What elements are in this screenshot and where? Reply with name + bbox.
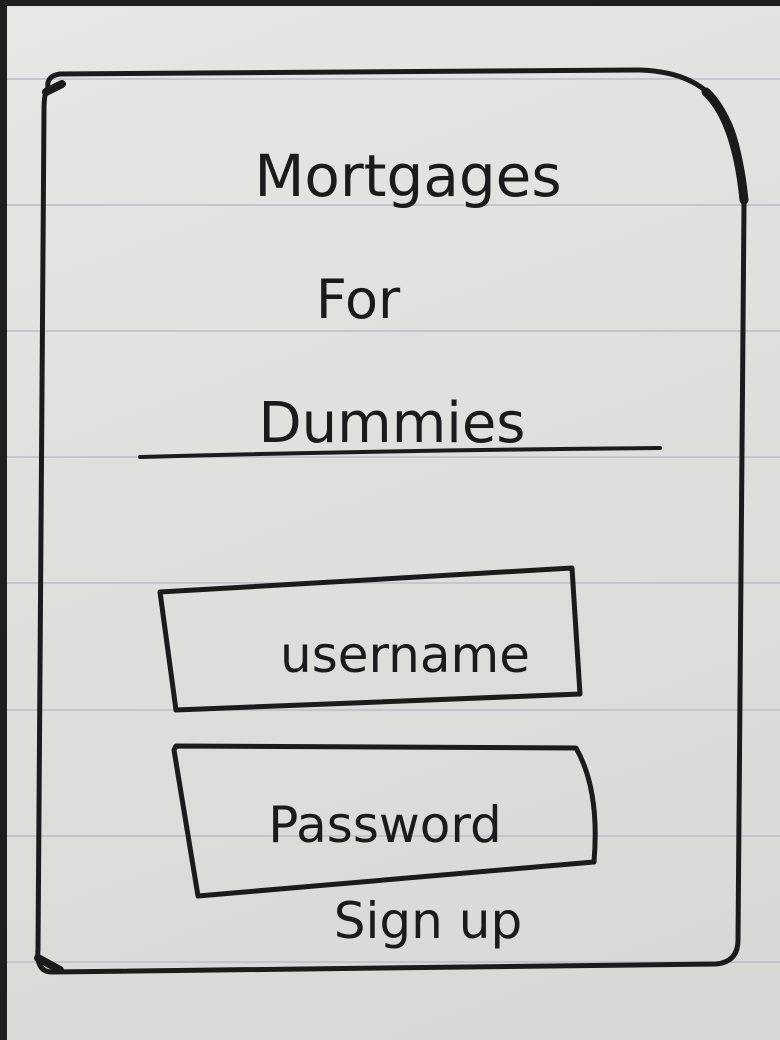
username-field[interactable]: username bbox=[157, 565, 583, 713]
password-placeholder: Password bbox=[268, 796, 502, 854]
app-title-line-1: Mortgages bbox=[254, 142, 561, 210]
password-field[interactable]: Password bbox=[171, 743, 598, 899]
wireframe-sketch: Mortgages For Dummies username Password … bbox=[34, 67, 749, 975]
app-title-line-2: For bbox=[316, 268, 401, 331]
phone-frame-corner bbox=[701, 87, 749, 205]
app-title-line-3: Dummies bbox=[259, 391, 526, 456]
username-placeholder: username bbox=[280, 626, 530, 684]
sign-up-link[interactable]: Sign up bbox=[334, 892, 522, 950]
